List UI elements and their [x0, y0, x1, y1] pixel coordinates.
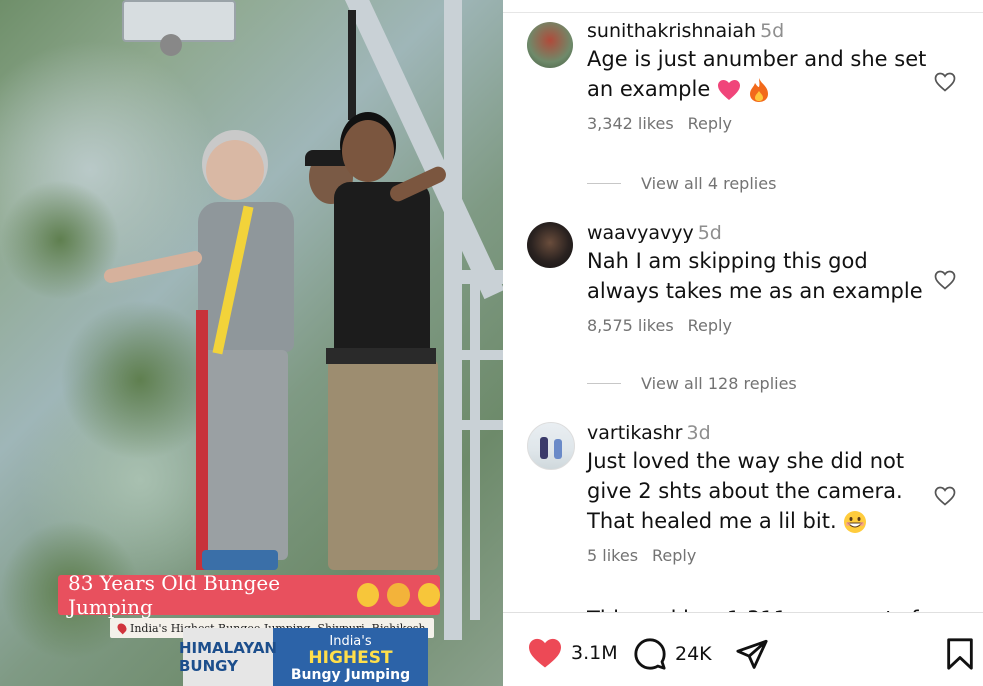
frame-pole: [444, 0, 462, 640]
comment-count: 24K: [675, 643, 712, 665]
share-button[interactable]: [735, 637, 769, 671]
comment-text: Age is just anumber and she set an examp…: [587, 44, 927, 104]
username[interactable]: waavyavyy: [587, 222, 694, 244]
video-caption: 83 Years Old Bungee Jumping: [58, 571, 441, 619]
avatar[interactable]: [527, 22, 573, 68]
avatar-figure: [540, 437, 548, 459]
sign-line: HIGHEST: [308, 648, 393, 668]
like-count[interactable]: 3,342 likes: [587, 114, 674, 133]
comments-panel: sunithakrishnaiah 5d Age is just anumber …: [503, 0, 983, 686]
comment-button[interactable]: 24K: [633, 637, 712, 671]
harness-belt: [326, 348, 436, 364]
exploding-head-emoji-icon: [387, 583, 410, 607]
railing: [460, 350, 503, 360]
heart-filled-icon: [529, 638, 561, 668]
ankle-straps: [202, 550, 278, 570]
khaki-pants: [328, 360, 438, 570]
view-replies-button[interactable]: View all 128 replies: [587, 374, 797, 393]
caption-text: 83 Years Old Bungee Jumping: [68, 571, 281, 619]
elderly-woman: [102, 140, 298, 580]
reply-button[interactable]: Reply: [688, 316, 732, 335]
head: [206, 140, 264, 200]
comment-body: vartikashr 3d Just loved the way she did …: [587, 422, 927, 565]
share-icon: [736, 639, 768, 669]
comment-text: Nah I am skipping this god always takes …: [587, 249, 923, 303]
instructor-front: [318, 120, 449, 580]
reel-video[interactable]: 83 Years Old Bungee Jumping India's High…: [0, 0, 503, 686]
camera: [122, 0, 236, 42]
comment-meta: 3,342 likes Reply: [587, 114, 927, 133]
view-replies-label: View all 128 replies: [641, 374, 797, 393]
bungy-sign: HIMALAYAN BUNGY India's HIGHEST Bungy Ju…: [179, 628, 428, 686]
pants: [198, 350, 288, 560]
divider: [503, 12, 983, 13]
view-replies-button[interactable]: View all 4 replies: [587, 174, 776, 193]
location-pin-icon: [115, 621, 129, 635]
like-count: 3.1M: [571, 642, 618, 664]
reply-line: [587, 383, 621, 384]
foliage: [0, 180, 120, 300]
heart-outline-icon[interactable]: [933, 70, 957, 94]
like-button[interactable]: 3.1M: [527, 637, 618, 669]
railing: [460, 270, 503, 284]
comment-meta: 5 likes Reply: [587, 546, 927, 565]
pink-heart-emoji-icon: [717, 80, 740, 100]
sign-line: Bungy Jumping: [290, 667, 411, 683]
scream-emoji-icon: [357, 583, 380, 607]
sign-text: India's HIGHEST Bungy Jumping: [273, 633, 428, 686]
grinning-face-emoji-icon: [844, 511, 867, 533]
comment-time: 3d: [686, 422, 711, 444]
comment-meta: 8,575 likes Reply: [587, 316, 927, 335]
comment-body: waavyavyy 5d Nah I am skipping this god a…: [587, 222, 927, 335]
username[interactable]: sunithakrishnaiah: [587, 20, 756, 42]
head: [342, 120, 394, 182]
avatar[interactable]: [527, 422, 575, 470]
heart-outline-icon[interactable]: [933, 268, 957, 292]
view-replies-label: View all 4 replies: [641, 174, 777, 193]
railing: [460, 420, 503, 430]
username[interactable]: vartikashr: [587, 422, 683, 444]
bookmark-icon: [947, 638, 973, 670]
camera-lens: [160, 34, 182, 56]
reply-line: [587, 183, 621, 184]
railing: [470, 280, 480, 620]
save-button[interactable]: [945, 637, 975, 671]
comment-icon: [634, 638, 666, 670]
comment-header: sunithakrishnaiah 5d: [587, 20, 927, 42]
like-count[interactable]: 5 likes: [587, 546, 638, 565]
pleading-face-emoji-icon: [417, 583, 441, 607]
action-bar: 3.1M 24K: [503, 613, 983, 686]
comment-time: 5d: [697, 222, 722, 244]
like-count[interactable]: 8,575 likes: [587, 316, 674, 335]
rope: [348, 10, 356, 120]
comment-time: 5d: [760, 20, 785, 42]
avatar-figure: [554, 439, 562, 459]
comment-header: waavyavyy 5d: [587, 222, 927, 244]
comment-body: sunithakrishnaiah 5d Age is just anumber …: [587, 20, 927, 133]
heart-outline-icon[interactable]: [933, 484, 957, 508]
reply-button[interactable]: Reply: [652, 546, 696, 565]
bungee-cord: [196, 310, 208, 570]
comment-text: Just loved the way she did not give 2 sh…: [587, 446, 927, 536]
sign-brand: HIMALAYAN BUNGY: [179, 628, 277, 686]
black-tshirt: [334, 182, 430, 362]
avatar[interactable]: [527, 222, 573, 268]
fire-emoji-icon: [749, 78, 768, 102]
comment-header: vartikashr 3d: [587, 422, 927, 444]
reply-button[interactable]: Reply: [688, 114, 732, 133]
